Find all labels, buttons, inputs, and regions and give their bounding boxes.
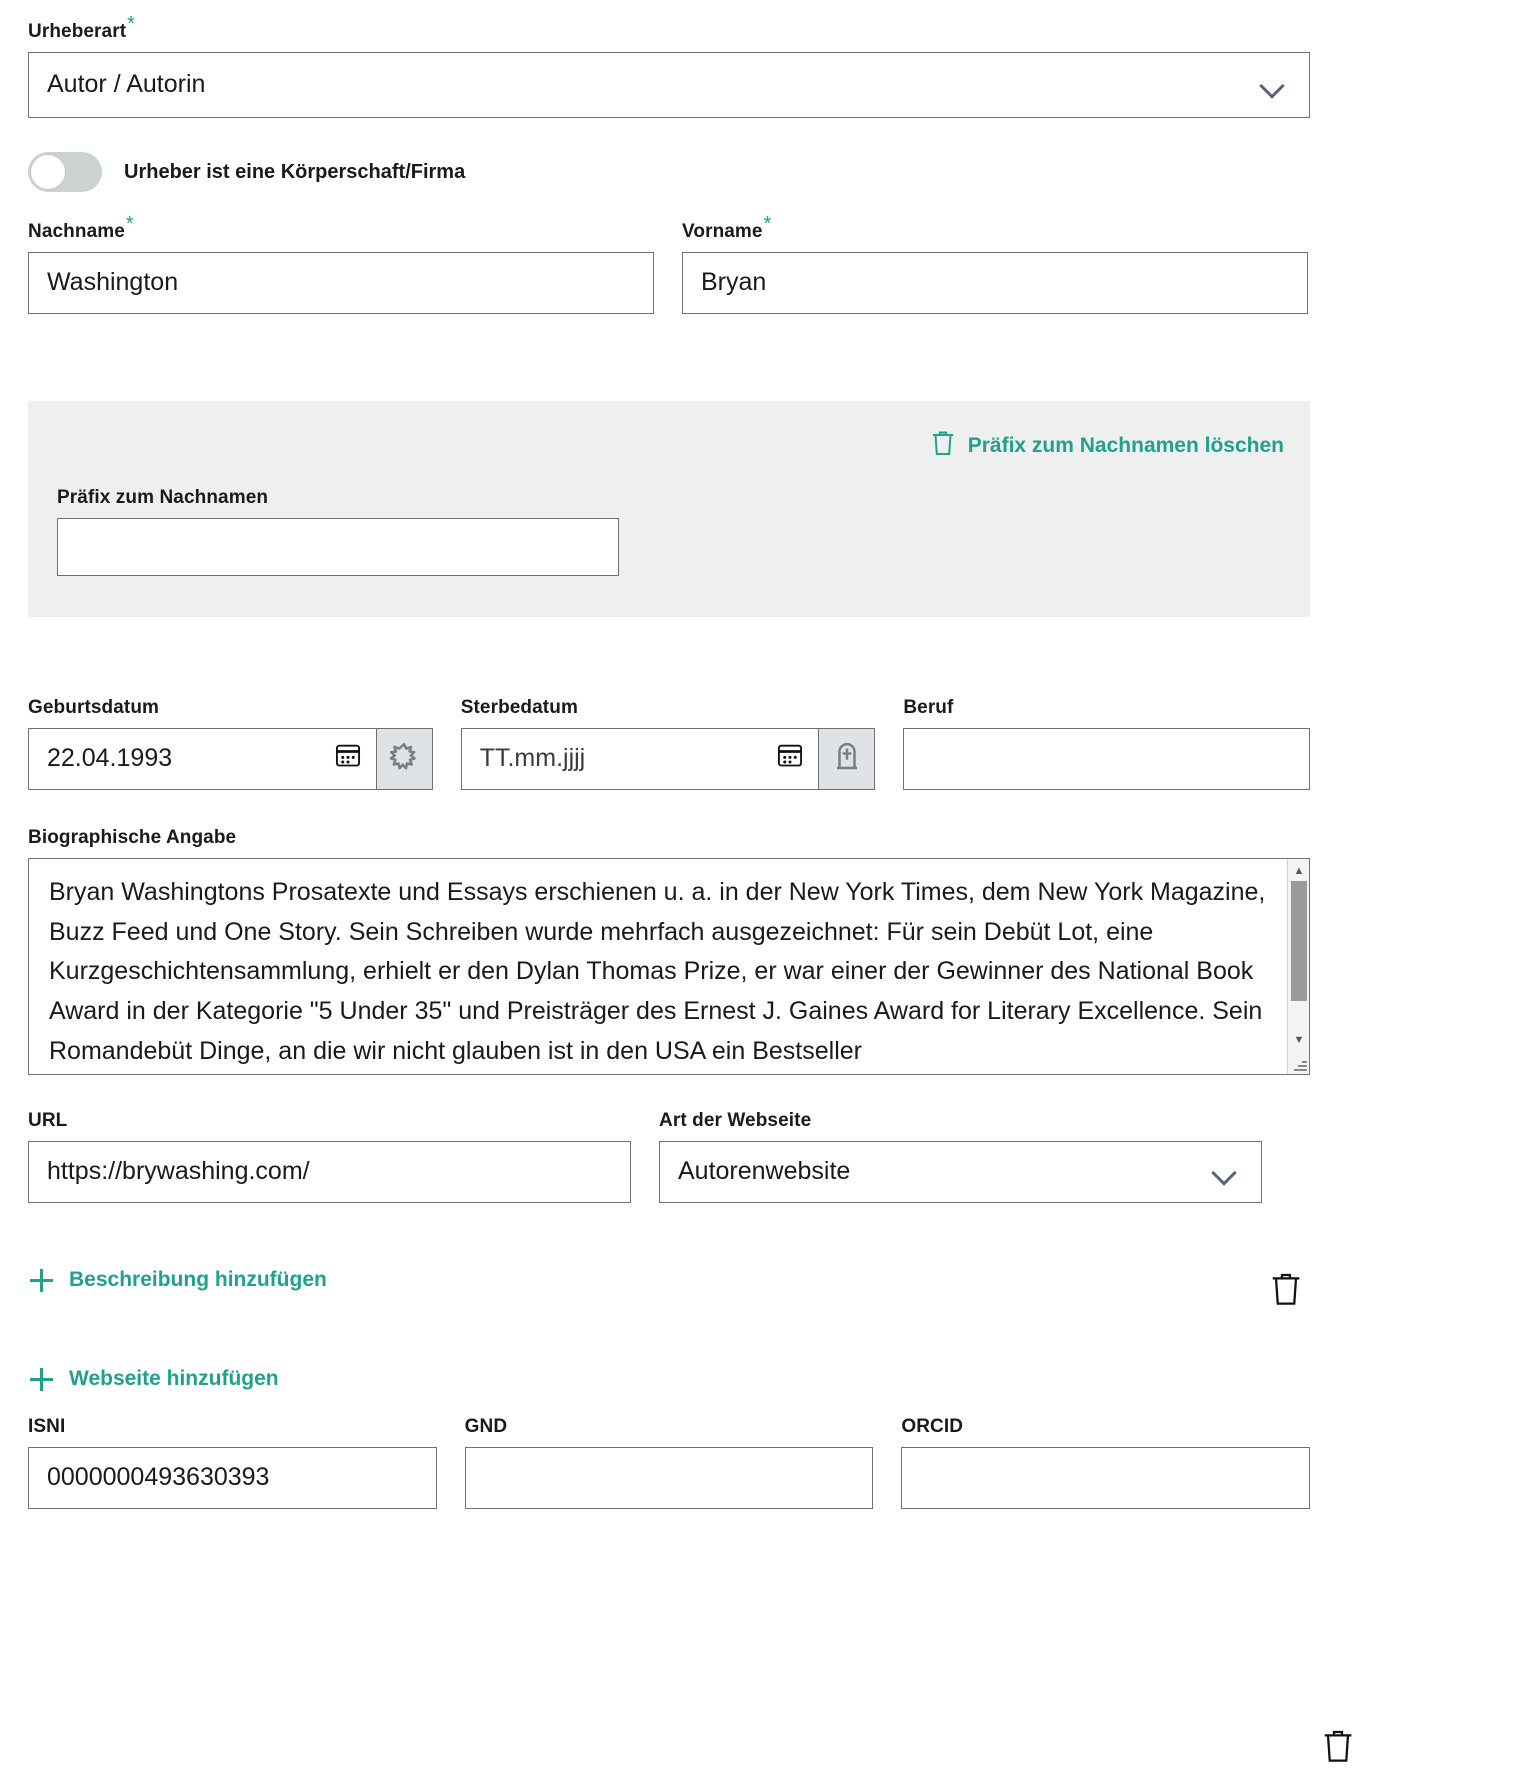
isni-input[interactable]: 0000000493630393 — [28, 1447, 437, 1509]
toggle-knob — [30, 154, 66, 190]
birth-date-value: 22.04.1993 — [47, 744, 172, 773]
calendar-icon[interactable] — [334, 741, 362, 776]
last-name-input[interactable]: Washington — [28, 252, 654, 314]
trash-icon — [931, 430, 955, 462]
birth-date-group: Geburtsdatum 22.04.1993 — [28, 698, 433, 790]
calendar-icon[interactable] — [776, 741, 804, 776]
delete-name-prefix-label: Präfix zum Nachnamen löschen — [968, 434, 1284, 458]
first-name-value: Bryan — [701, 268, 766, 297]
website-type-label: Art der Webseite — [659, 1111, 1262, 1132]
name-prefix-panel: Präfix zum Nachnamen löschen Präfix zum … — [28, 401, 1310, 617]
url-value: https://brywashing.com/ — [47, 1157, 310, 1186]
name-row: Nachname* Washington Vorname* Bryan — [28, 222, 1310, 314]
first-name-input[interactable]: Bryan — [682, 252, 1308, 314]
first-name-group: Vorname* Bryan — [682, 222, 1308, 314]
gnd-label: GND — [465, 1417, 874, 1438]
death-cross-icon — [832, 741, 862, 776]
corporate-toggle-switch[interactable] — [28, 152, 102, 192]
profession-label: Beruf — [903, 698, 1310, 719]
url-group: URL https://brywashing.com/ — [28, 1111, 631, 1203]
creator-type-label: Urheberart* — [28, 22, 1310, 43]
dates-row: Geburtsdatum 22.04.1993 — [28, 698, 1310, 790]
add-website-label: Webseite hinzufügen — [69, 1367, 279, 1391]
url-label: URL — [28, 1111, 631, 1132]
death-date-group: Sterbedatum TT.mm.jjjj — [461, 698, 876, 790]
website-row: URL https://brywashing.com/ Art der Webs… — [28, 1111, 1310, 1203]
resize-handle-icon[interactable] — [1293, 1058, 1307, 1072]
isni-value: 0000000493630393 — [47, 1463, 269, 1492]
last-name-label: Nachname* — [28, 222, 654, 243]
name-prefix-group: Präfix zum Nachnamen — [57, 488, 619, 576]
gnd-group: GND — [465, 1417, 874, 1509]
biography-label: Biographische Angabe — [28, 828, 1310, 849]
birth-asterisk-icon-button[interactable] — [377, 728, 433, 790]
trash-icon — [1322, 1751, 1354, 1768]
url-input[interactable]: https://brywashing.com/ — [28, 1141, 631, 1203]
corporate-toggle-label: Urheber ist eine Körperschaft/Firma — [124, 161, 465, 184]
death-date-input[interactable]: TT.mm.jjjj — [461, 728, 820, 790]
name-prefix-label: Präfix zum Nachnamen — [57, 488, 619, 509]
chevron-down-icon — [1261, 76, 1291, 94]
identifier-row: ISNI 0000000493630393 GND ORCID — [28, 1417, 1310, 1509]
delete-website-button[interactable] — [1270, 1271, 1304, 1309]
required-asterisk: * — [127, 13, 135, 35]
creator-type-value: Autor / Autorin — [47, 70, 205, 99]
birth-asterisk-icon — [389, 741, 419, 776]
website-type-value: Autorenwebsite — [678, 1157, 850, 1186]
author-metadata-form: Urheberart* Autor / Autorin Urheber ist … — [0, 0, 1527, 1764]
orcid-label: ORCID — [901, 1417, 1310, 1438]
delete-identifier-button[interactable] — [1322, 1728, 1356, 1766]
delete-name-prefix-button[interactable]: Präfix zum Nachnamen löschen — [931, 430, 1284, 462]
trash-icon — [1270, 1294, 1302, 1311]
required-asterisk: * — [764, 213, 772, 235]
orcid-group: ORCID — [901, 1417, 1310, 1509]
profession-input[interactable] — [903, 728, 1310, 790]
scroll-down-icon[interactable]: ▼ — [1288, 1030, 1310, 1050]
creator-type-group: Urheberart* Autor / Autorin — [28, 22, 1310, 118]
gnd-input[interactable] — [465, 1447, 874, 1509]
death-cross-icon-button[interactable] — [819, 728, 875, 790]
biography-textarea[interactable]: Bryan Washingtons Prosatexte und Essays … — [28, 858, 1310, 1075]
last-name-group: Nachname* Washington — [28, 222, 654, 314]
biography-scrollbar[interactable]: ▲ ▼ — [1287, 859, 1309, 1074]
plus-icon — [30, 1368, 53, 1391]
plus-icon — [30, 1269, 53, 1292]
add-description-label: Beschreibung hinzufügen — [69, 1268, 327, 1292]
death-date-label: Sterbedatum — [461, 698, 876, 719]
biography-group: Biographische Angabe Bryan Washingtons P… — [28, 828, 1310, 1075]
website-type-group: Art der Webseite Autorenwebsite — [659, 1111, 1262, 1203]
corporate-toggle-group[interactable]: Urheber ist eine Körperschaft/Firma — [28, 152, 465, 192]
required-asterisk: * — [126, 213, 134, 235]
profession-group: Beruf — [903, 698, 1310, 790]
name-prefix-input[interactable] — [57, 518, 619, 576]
orcid-input[interactable] — [901, 1447, 1310, 1509]
chevron-down-icon — [1213, 1163, 1243, 1181]
death-date-placeholder: TT.mm.jjjj — [480, 744, 586, 773]
add-website-button[interactable]: Webseite hinzufügen — [30, 1367, 279, 1391]
birth-date-label: Geburtsdatum — [28, 698, 433, 719]
first-name-label: Vorname* — [682, 222, 1308, 243]
creator-type-select[interactable]: Autor / Autorin — [28, 52, 1310, 118]
isni-label: ISNI — [28, 1417, 437, 1438]
birth-date-input[interactable]: 22.04.1993 — [28, 728, 377, 790]
website-type-select[interactable]: Autorenwebsite — [659, 1141, 1262, 1203]
scroll-up-icon[interactable]: ▲ — [1288, 861, 1310, 881]
biography-value: Bryan Washingtons Prosatexte und Essays … — [29, 859, 1309, 1072]
scroll-thumb[interactable] — [1291, 881, 1307, 1001]
add-description-button[interactable]: Beschreibung hinzufügen — [30, 1268, 327, 1292]
isni-group: ISNI 0000000493630393 — [28, 1417, 437, 1509]
last-name-value: Washington — [47, 268, 178, 297]
